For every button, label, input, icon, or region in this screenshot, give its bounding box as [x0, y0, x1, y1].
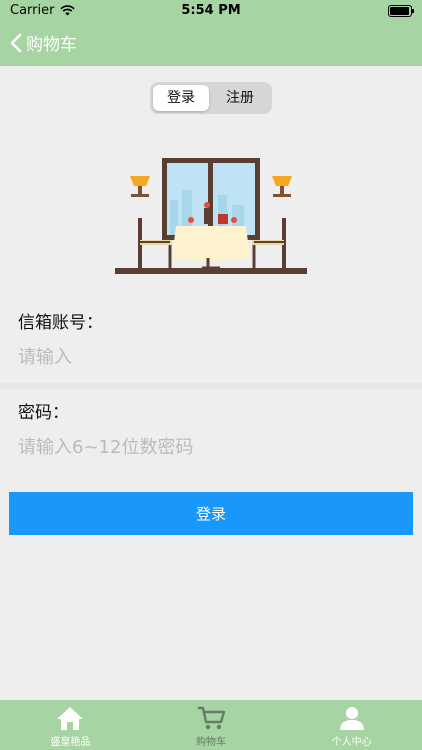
battery-icon: [388, 5, 414, 17]
cart-icon: [198, 706, 226, 730]
back-button[interactable]: 购物车: [10, 30, 77, 55]
status-time: 5:54 PM: [181, 3, 241, 18]
tab-home[interactable]: 盛皇艳品: [0, 700, 141, 750]
tab-cart[interactable]: 购物车: [141, 700, 282, 750]
tab-home-label: 盛皇艳品: [50, 737, 91, 748]
field-divider: [0, 383, 422, 389]
password-label: 密码：: [18, 403, 69, 423]
password-input[interactable]: [0, 424, 422, 470]
tab-bar: 盛皇艳品 购物车 个人中心: [0, 700, 422, 750]
segment-login[interactable]: 登录: [153, 85, 209, 111]
back-label: 购物车: [26, 35, 77, 55]
login-button[interactable]: 登录: [9, 492, 413, 535]
nav-bar: 购物车: [0, 22, 422, 66]
tab-cart-label: 购物车: [196, 737, 226, 748]
home-icon: [57, 707, 84, 730]
tab-profile[interactable]: 个人中心: [281, 700, 422, 750]
email-input[interactable]: [0, 334, 422, 380]
tab-profile-label: 个人中心: [331, 737, 372, 748]
status-bar: Carrier 5:54 PM: [0, 0, 422, 22]
email-label: 信箱账号：: [18, 313, 103, 333]
chevron-left-icon: [10, 33, 22, 52]
person-icon: [339, 707, 364, 730]
dining-illustration: [115, 158, 307, 274]
segment-register[interactable]: 注册: [212, 85, 268, 111]
login-register-segmented-control: 登录 注册: [150, 82, 272, 114]
